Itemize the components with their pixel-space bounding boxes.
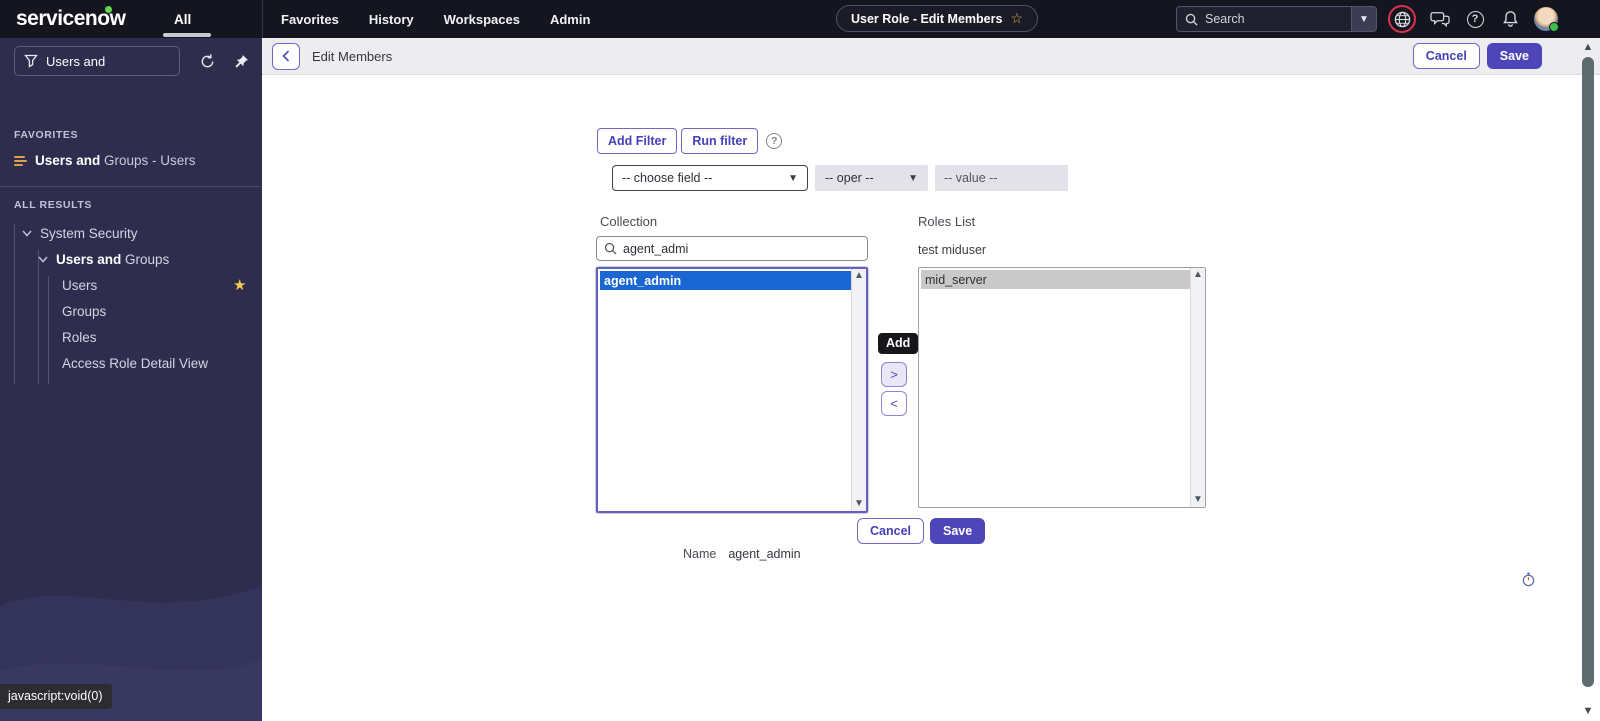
notifications-bell-icon[interactable] (1499, 8, 1521, 30)
logo-green-dot-icon: o (97, 7, 110, 30)
global-search: ▼ (1176, 6, 1377, 32)
search-scope-dropdown[interactable]: ▼ (1351, 6, 1377, 32)
top-navigation: Favorites History Workspaces Admin (281, 0, 590, 38)
scroll-down-icon[interactable]: ▼ (1583, 704, 1594, 719)
caret-down-icon: ▼ (788, 172, 798, 184)
servicenow-logo: servicenow (16, 7, 126, 30)
globe-icon[interactable] (1391, 8, 1413, 30)
tree-item-users[interactable]: Users (62, 272, 97, 298)
all-results-section-label: ALL RESULTS (14, 199, 92, 211)
add-filter-button[interactable]: Add Filter (597, 128, 678, 154)
help-icon[interactable]: ? (1464, 8, 1486, 30)
name-field-row: Name agent_admin (683, 547, 801, 561)
annotation-red-ring (1388, 5, 1416, 33)
navigation-filter[interactable] (14, 46, 180, 76)
collection-label: Collection (600, 214, 658, 229)
nav-history[interactable]: History (369, 12, 414, 27)
tree-item-system-security[interactable]: System Security (22, 220, 138, 246)
response-time-clock-icon[interactable] (1521, 572, 1536, 587)
name-value: agent_admin (728, 547, 801, 561)
roles-list-subtitle: test miduser (918, 243, 987, 257)
list-icon (14, 155, 27, 166)
sidebar: FAVORITES Users and Groups - Users ALL R… (0, 38, 262, 721)
main-scrollbar[interactable]: ▲ ▼ (1578, 40, 1598, 719)
scrollbar-track[interactable] (1582, 55, 1594, 704)
global-search-box[interactable] (1176, 6, 1351, 32)
add-tooltip: Add (878, 333, 919, 354)
back-chevron-icon (282, 50, 290, 62)
page-title: Edit Members (312, 48, 393, 64)
user-avatar[interactable] (1534, 7, 1559, 32)
collection-list-item[interactable]: agent_admin (600, 271, 864, 290)
collection-listbox-scrollbar[interactable]: ▲ ▼ (851, 269, 866, 511)
header-save-button[interactable]: Save (1486, 43, 1542, 69)
scroll-up-icon[interactable]: ▲ (1193, 270, 1203, 280)
current-page-pill[interactable]: User Role - Edit Members ☆ (836, 5, 1038, 32)
current-page-label: User Role - Edit Members (851, 11, 1003, 26)
collection-listbox[interactable]: agent_admin ▲ ▼ (595, 266, 869, 514)
scroll-up-icon[interactable]: ▲ (854, 271, 864, 281)
tree-item-groups[interactable]: Groups (62, 298, 106, 324)
name-label: Name (683, 547, 717, 561)
roles-list-item[interactable]: mid_server (921, 270, 1203, 289)
header-cancel-button[interactable]: Cancel (1412, 43, 1480, 69)
roles-listbox[interactable]: mid_server ▲ ▼ (918, 267, 1206, 508)
favorite-item-users-and-groups-users[interactable]: Users and Groups - Users (14, 153, 196, 168)
collection-search-box[interactable] (596, 236, 868, 261)
favorite-star-outline-icon[interactable]: ☆ (1010, 10, 1023, 27)
search-icon (604, 242, 617, 255)
filter-button-row: Add Filter Run filter ? (597, 128, 783, 154)
all-tab-underline (163, 33, 211, 37)
top-bar: servicenow All Favorites History Workspa… (0, 0, 1600, 38)
favorites-section-label: FAVORITES (14, 129, 79, 141)
sidebar-divider (0, 186, 262, 187)
run-filter-button[interactable]: Run filter (681, 128, 759, 154)
main-content: Edit Members Cancel Save Add Filter Run … (262, 38, 1600, 721)
choose-field-select[interactable]: -- choose field -- ▼ (612, 165, 808, 191)
scroll-down-icon[interactable]: ▼ (1193, 495, 1203, 505)
nav-workspaces[interactable]: Workspaces (444, 12, 520, 27)
pin-icon[interactable] (228, 48, 254, 74)
tree-item-roles[interactable]: Roles (62, 324, 97, 350)
app-window: servicenow All Favorites History Workspa… (0, 0, 1600, 721)
topbar-icon-group: ? (1388, 0, 1559, 38)
caret-down-icon: ▼ (908, 172, 918, 184)
nav-admin[interactable]: Admin (550, 12, 590, 27)
filter-condition-row: -- choose field -- ▼ -- oper -- ▼ (612, 165, 1068, 191)
move-left-button[interactable]: < (881, 391, 907, 416)
roles-list-label: Roles List (918, 214, 976, 229)
slush-save-button[interactable]: Save (930, 518, 986, 544)
link-status-tooltip: javascript:void(0) (0, 684, 113, 709)
scroll-up-icon[interactable]: ▲ (1583, 40, 1594, 55)
tree-item-users-and-groups[interactable]: Users and Groups (38, 246, 169, 272)
page-header-bar: Edit Members Cancel Save (262, 38, 1600, 75)
collection-search-input[interactable] (623, 241, 833, 256)
refresh-icon[interactable] (194, 48, 220, 74)
chevron-down-icon (38, 255, 48, 263)
operator-select[interactable]: -- oper -- ▼ (815, 165, 928, 191)
scrollbar-thumb[interactable] (1582, 57, 1594, 687)
topbar-separator (262, 0, 263, 38)
slushbucket-actions: Cancel Save (857, 518, 986, 544)
favorite-item-label: Users and Groups - Users (35, 153, 196, 168)
move-right-button[interactable]: > (881, 362, 907, 387)
back-button[interactable] (272, 42, 300, 70)
filter-funnel-icon (24, 54, 38, 68)
nav-favorites[interactable]: Favorites (281, 12, 339, 27)
chevron-down-icon (22, 229, 32, 237)
scroll-down-icon[interactable]: ▼ (854, 499, 864, 509)
filter-value-input[interactable] (935, 165, 1068, 191)
navigation-filter-input[interactable] (46, 53, 156, 69)
filter-help-icon[interactable]: ? (766, 133, 783, 149)
conversations-icon[interactable] (1429, 8, 1451, 30)
users-favorite-star-icon[interactable]: ★ (233, 276, 246, 294)
search-icon (1185, 13, 1198, 26)
slush-cancel-button[interactable]: Cancel (857, 518, 924, 544)
global-search-input[interactable] (1205, 12, 1325, 26)
tree-item-access-role-detail-view[interactable]: Access Role Detail View (62, 350, 208, 376)
roles-listbox-scrollbar[interactable]: ▲ ▼ (1190, 268, 1205, 507)
